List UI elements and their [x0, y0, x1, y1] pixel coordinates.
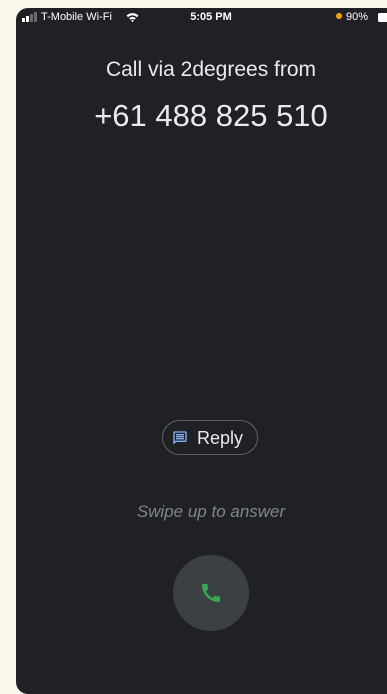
phone-icon: [202, 584, 220, 602]
reply-button[interactable]: Reply: [162, 420, 258, 455]
battery-icon: [378, 13, 387, 22]
swipe-up-hint: Swipe up to answer: [136, 502, 286, 521]
caller-phone-number: +61 488 825 510: [94, 98, 328, 133]
low-power-dot-icon: [336, 13, 342, 19]
battery-percent: 90%: [346, 11, 369, 23]
reply-label: Reply: [197, 428, 244, 448]
message-icon: [173, 431, 187, 445]
status-bar: T-Mobile Wi-Fi 5:05 PM 90%: [16, 8, 387, 28]
call-title: Call via 2degrees from: [105, 58, 317, 81]
incoming-call-screen: T-Mobile Wi-Fi 5:05 PM 90% Call via 2deg…: [16, 8, 387, 694]
answer-call-button[interactable]: [173, 555, 249, 631]
battery-indicator: 90%: [336, 11, 368, 23]
status-time: 5:05 PM: [190, 11, 232, 23]
